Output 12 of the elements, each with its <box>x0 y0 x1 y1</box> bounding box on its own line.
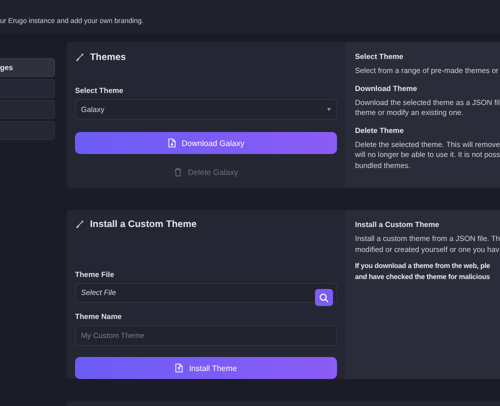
download-button[interactable]: Download Galaxy <box>75 132 337 154</box>
card-title: Themes <box>90 52 126 62</box>
trash-icon <box>174 167 182 177</box>
search-icon <box>319 292 329 302</box>
card-title: Install a Custom Theme <box>90 219 197 230</box>
browse-button[interactable] <box>315 289 333 306</box>
install-button[interactable]: Install Theme <box>75 357 337 379</box>
caret-icon <box>327 108 331 111</box>
brush-icon <box>75 52 84 62</box>
brush-icon <box>75 220 84 230</box>
file-download-icon <box>168 138 176 148</box>
file-upload-icon <box>175 363 184 374</box>
